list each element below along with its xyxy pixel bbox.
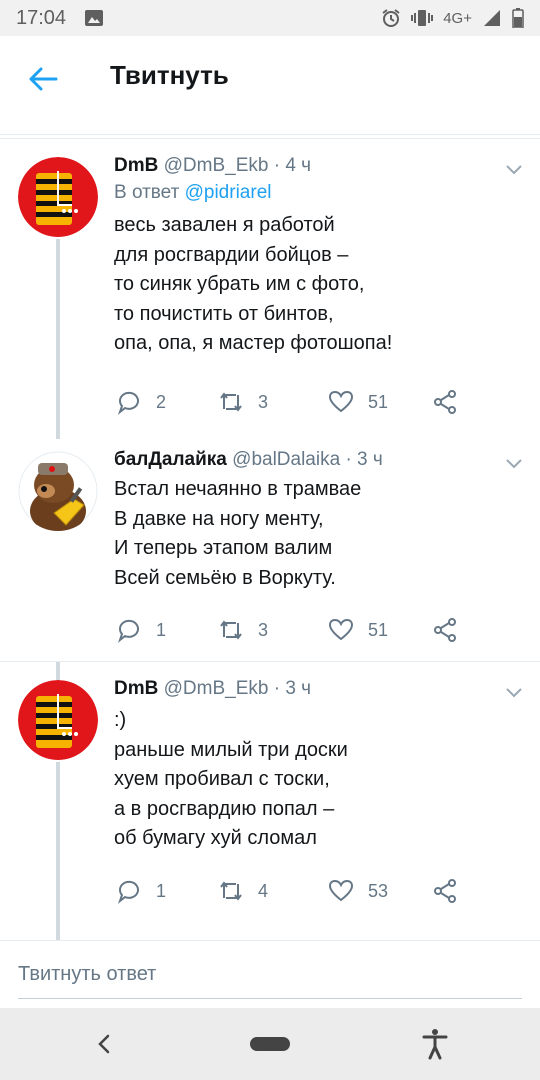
thread-line xyxy=(56,662,60,680)
tweet-actions: 1 3 51 xyxy=(114,617,474,647)
tweet-header: балДалайка @balDalaika · 3 ч xyxy=(114,447,520,473)
reply-prefix: В ответ xyxy=(114,182,180,203)
heart-icon xyxy=(328,390,354,413)
top-bar: Твитнуть xyxy=(0,36,540,124)
author-name[interactable]: балДалайка xyxy=(114,449,227,470)
share-button[interactable] xyxy=(432,389,458,415)
system-nav-bar xyxy=(0,1008,540,1080)
tweet-text: весь завален я работой для росгвардии бо… xyxy=(114,214,393,354)
tweet-3[interactable]: DmB @DmB_Ekb · 3 ч :) раньше милый три д… xyxy=(0,662,540,940)
vibrate-icon xyxy=(411,10,434,26)
retweet-icon xyxy=(220,392,242,412)
reply-icon xyxy=(117,391,139,415)
share-button[interactable] xyxy=(432,617,458,643)
avatar[interactable] xyxy=(18,451,98,531)
tweet-header: DmB @DmB_Ekb · 3 ч xyxy=(114,676,520,702)
tweet-header: DmB @DmB_Ekb · 4 ч xyxy=(114,153,520,179)
retweet-button[interactable]: 3 xyxy=(218,389,268,415)
like-count: 51 xyxy=(368,619,389,640)
tweet-time: · 4 ч xyxy=(273,155,312,176)
reply-count: 1 xyxy=(156,880,167,901)
retweet-count: 4 xyxy=(258,880,269,901)
image-notification-icon xyxy=(85,10,104,26)
like-count: 53 xyxy=(368,880,389,901)
avatar[interactable] xyxy=(18,157,98,237)
tweet-text: Встал нечаянно в трамвае В давке на ногу… xyxy=(114,478,362,589)
reply-count: 1 xyxy=(156,619,167,640)
status-time: 17:04 xyxy=(16,6,67,29)
retweet-icon xyxy=(220,881,242,901)
share-button[interactable] xyxy=(432,878,458,904)
heart-icon xyxy=(328,618,354,641)
signal-icon xyxy=(484,10,500,26)
retweet-count: 3 xyxy=(258,619,269,640)
page-title: Твитнуть xyxy=(110,60,229,90)
author-handle[interactable]: @DmB_Ekb xyxy=(164,678,269,699)
reply-composer[interactable]: Твитнуть ответ xyxy=(0,940,540,1009)
reply-icon xyxy=(117,619,139,643)
divider xyxy=(0,134,540,135)
retweet-button[interactable]: 3 xyxy=(218,617,268,643)
alarm-icon xyxy=(382,9,400,27)
share-icon xyxy=(434,390,456,414)
reply-to-link[interactable]: @pidriarel xyxy=(185,182,272,203)
network-type: 4G+ xyxy=(443,9,472,27)
tweet-time: · 3 ч xyxy=(345,449,383,470)
retweet-button[interactable]: 4 xyxy=(218,878,268,904)
reply-button[interactable]: 2 xyxy=(116,389,166,415)
reply-to-line: В ответ @pidriarel xyxy=(114,179,520,207)
thread-line xyxy=(56,239,60,439)
thread-line xyxy=(56,762,60,940)
like-button[interactable]: 53 xyxy=(328,878,388,904)
like-count: 51 xyxy=(368,391,389,412)
retweet-count: 3 xyxy=(258,391,269,412)
author-handle[interactable]: @balDalaika xyxy=(232,449,340,470)
author-handle[interactable]: @DmB_Ekb xyxy=(164,155,269,176)
like-button[interactable]: 51 xyxy=(328,389,388,415)
battery-icon xyxy=(512,8,524,28)
share-icon xyxy=(434,618,456,642)
tweet-actions: 2 3 51 xyxy=(114,389,474,419)
reply-input-underline xyxy=(18,998,522,999)
reply-input[interactable]: Твитнуть ответ xyxy=(18,963,156,986)
author-name[interactable]: DmB xyxy=(114,155,158,176)
avatar[interactable] xyxy=(18,680,98,760)
chevron-down-icon[interactable] xyxy=(504,682,524,702)
like-button[interactable]: 51 xyxy=(328,617,388,643)
chevron-down-icon[interactable] xyxy=(504,453,524,473)
reply-icon xyxy=(117,880,139,904)
bear-with-balalaika-avatar-icon xyxy=(18,451,98,531)
status-bar: 17:04 4G+ xyxy=(0,0,540,36)
tweet-1[interactable]: DmB @DmB_Ekb · 4 ч В ответ @pidriarel ве… xyxy=(0,139,540,439)
tweet-actions: 1 4 53 xyxy=(114,878,474,908)
back-arrow-icon[interactable] xyxy=(26,62,60,96)
heart-icon xyxy=(328,879,354,902)
reply-count: 2 xyxy=(156,391,167,412)
tweet-2[interactable]: балДалайка @balDalaika · 3 ч Встал нечая… xyxy=(0,439,540,661)
tweet-time: · 3 ч xyxy=(273,678,312,699)
chevron-down-icon[interactable] xyxy=(504,159,524,179)
nav-back-icon[interactable] xyxy=(94,1032,114,1056)
nav-home-pill-icon[interactable] xyxy=(249,1036,291,1052)
tweet-text: :) раньше милый три доски хуем пробивал … xyxy=(114,709,348,849)
retweet-icon xyxy=(220,620,242,640)
author-name[interactable]: DmB xyxy=(114,678,158,699)
ribbon-logo-icon xyxy=(18,680,98,760)
reply-button[interactable]: 1 xyxy=(116,878,166,904)
accessibility-icon[interactable] xyxy=(422,1028,448,1060)
reply-button[interactable]: 1 xyxy=(116,617,166,643)
ribbon-logo-icon xyxy=(18,157,98,237)
share-icon xyxy=(434,879,456,903)
